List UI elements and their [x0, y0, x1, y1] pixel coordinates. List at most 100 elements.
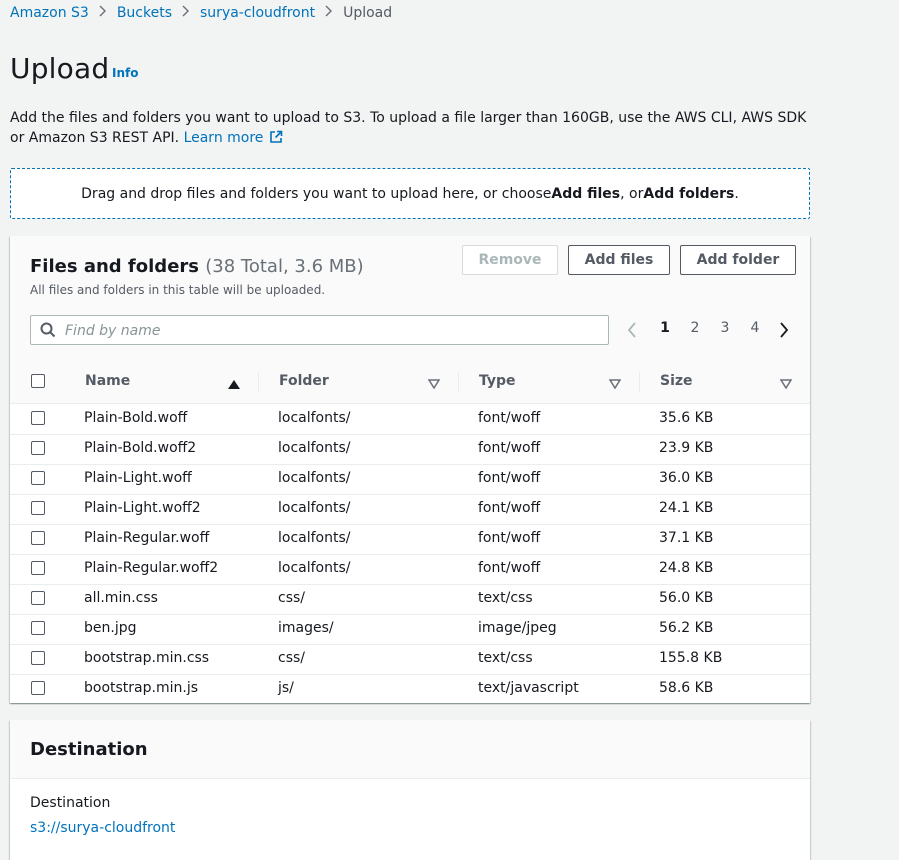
files-panel-title-text: Files and folders: [30, 256, 199, 277]
row-checkbox[interactable]: [31, 621, 45, 635]
page-description: Add the files and folders you want to up…: [10, 108, 815, 150]
page-1[interactable]: 1: [655, 320, 675, 336]
column-name[interactable]: Name: [85, 373, 130, 389]
cell-folder: images/: [278, 620, 334, 636]
column-type[interactable]: Type: [479, 373, 516, 389]
cell-folder: localfonts/: [278, 530, 351, 546]
cell-size: 24.8 KB: [659, 560, 714, 576]
sort-icon[interactable]: [427, 377, 441, 393]
row-checkbox[interactable]: [31, 501, 45, 515]
description-text: Add the files and folders you want to up…: [10, 110, 807, 146]
row-checkbox[interactable]: [31, 651, 45, 665]
cell-type: image/jpeg: [478, 620, 557, 636]
breadcrumb-current: Upload: [343, 5, 393, 21]
cell-name: Plain-Bold.woff2: [84, 440, 197, 456]
cell-name: Plain-Bold.woff: [84, 410, 188, 426]
select-all-checkbox[interactable]: [31, 374, 45, 388]
row-checkbox[interactable]: [31, 561, 45, 575]
column-divider[interactable]: [258, 372, 259, 392]
cell-name: Plain-Light.woff: [84, 470, 192, 486]
page-4[interactable]: 4: [745, 320, 765, 336]
destination-path-link[interactable]: s3://surya-cloudfront: [30, 820, 175, 836]
sort-ascending-icon[interactable]: [228, 377, 240, 393]
breadcrumb-amazon-s3[interactable]: Amazon S3: [10, 5, 89, 21]
dropzone-text-mid: , or: [620, 185, 644, 202]
cell-size: 56.0 KB: [659, 590, 714, 606]
column-divider[interactable]: [639, 372, 640, 392]
dropzone-add-folders: Add folders: [643, 185, 735, 202]
dropzone-text: Drag and drop files and folders you want…: [81, 185, 552, 202]
chevron-right-icon: [182, 5, 190, 21]
learn-more-label: Learn more: [183, 130, 264, 146]
search-field[interactable]: [30, 315, 609, 345]
cell-folder: css/: [278, 590, 306, 606]
files-panel-title: Files and folders (38 Total, 3.6 MB): [30, 256, 364, 277]
sort-icon[interactable]: [779, 377, 793, 393]
dropzone-add-files: Add files: [551, 185, 621, 202]
destination-panel: Destination Destination s3://surya-cloud…: [10, 720, 810, 860]
sort-icon[interactable]: [608, 377, 622, 393]
cell-folder: localfonts/: [278, 470, 351, 486]
cell-type: font/woff: [478, 470, 541, 486]
learn-more-link[interactable]: Learn more: [184, 130, 284, 146]
cell-type: font/woff: [478, 560, 541, 576]
cell-type: font/woff: [478, 500, 541, 516]
column-divider[interactable]: [458, 372, 459, 392]
breadcrumb: Amazon S3 Buckets surya-cloudfront Uploa…: [10, 4, 392, 22]
cell-folder: localfonts/: [278, 410, 351, 426]
info-link[interactable]: Info: [112, 66, 138, 80]
cell-type: text/javascript: [478, 680, 579, 696]
row-checkbox[interactable]: [31, 531, 45, 545]
breadcrumb-bucket-name[interactable]: surya-cloudfront: [200, 5, 315, 21]
page-2[interactable]: 2: [685, 320, 705, 336]
table-row[interactable]: Plain-Light.woff2 localfonts/ font/woff …: [10, 494, 810, 525]
add-files-button[interactable]: Add files: [568, 245, 670, 275]
row-checkbox[interactable]: [31, 441, 45, 455]
row-checkbox[interactable]: [31, 471, 45, 485]
table-row[interactable]: Plain-Light.woff localfonts/ font/woff 3…: [10, 464, 810, 495]
table-row[interactable]: bootstrap.min.js js/ text/javascript 58.…: [10, 674, 810, 704]
cell-size: 24.1 KB: [659, 500, 714, 516]
page-title: Upload: [10, 52, 110, 85]
files-count: (38 Total, 3.6 MB): [205, 256, 364, 277]
page-3[interactable]: 3: [715, 320, 735, 336]
upload-dropzone[interactable]: Drag and drop files and folders you want…: [10, 168, 810, 219]
cell-folder: localfonts/: [278, 500, 351, 516]
cell-size: 155.8 KB: [659, 650, 723, 666]
search-input[interactable]: [63, 320, 597, 342]
files-panel-subtitle: All files and folders in this table will…: [30, 283, 326, 297]
chevron-right-icon: [99, 5, 107, 21]
add-folder-button[interactable]: Add folder: [680, 245, 796, 275]
table-header: Name Folder Type Size: [10, 360, 810, 404]
external-link-icon: [269, 130, 283, 150]
table-row[interactable]: ben.jpg images/ image/jpeg 56.2 KB: [10, 614, 810, 645]
cell-size: 58.6 KB: [659, 680, 714, 696]
cell-name: Plain-Regular.woff: [84, 530, 210, 546]
cell-type: font/woff: [478, 530, 541, 546]
cell-name: Plain-Light.woff2: [84, 500, 201, 516]
table-row[interactable]: Plain-Regular.woff2 localfonts/ font/wof…: [10, 554, 810, 585]
row-checkbox[interactable]: [31, 591, 45, 605]
breadcrumb-buckets[interactable]: Buckets: [117, 5, 172, 21]
cell-name: all.min.css: [84, 590, 158, 606]
table-row[interactable]: Plain-Bold.woff localfonts/ font/woff 35…: [10, 404, 810, 435]
column-folder[interactable]: Folder: [279, 373, 329, 389]
row-checkbox[interactable]: [31, 681, 45, 695]
cell-folder: js/: [278, 680, 294, 696]
cell-folder: localfonts/: [278, 560, 351, 576]
table-row[interactable]: bootstrap.min.css css/ text/css 155.8 KB: [10, 644, 810, 675]
table-row[interactable]: Plain-Regular.woff localfonts/ font/woff…: [10, 524, 810, 555]
cell-folder: localfonts/: [278, 440, 351, 456]
chevron-right-icon[interactable]: [779, 322, 789, 342]
cell-name: bootstrap.min.js: [84, 680, 198, 696]
chevron-right-icon: [325, 5, 333, 21]
row-checkbox[interactable]: [31, 411, 45, 425]
cell-name: Plain-Regular.woff2: [84, 560, 219, 576]
dropzone-text-end: .: [734, 185, 739, 202]
column-size[interactable]: Size: [660, 373, 693, 389]
chevron-left-icon[interactable]: [627, 322, 637, 342]
table-row[interactable]: all.min.css css/ text/css 56.0 KB: [10, 584, 810, 615]
cell-type: text/css: [478, 650, 533, 666]
remove-button[interactable]: Remove: [462, 245, 558, 275]
table-row[interactable]: Plain-Bold.woff2 localfonts/ font/woff 2…: [10, 434, 810, 465]
